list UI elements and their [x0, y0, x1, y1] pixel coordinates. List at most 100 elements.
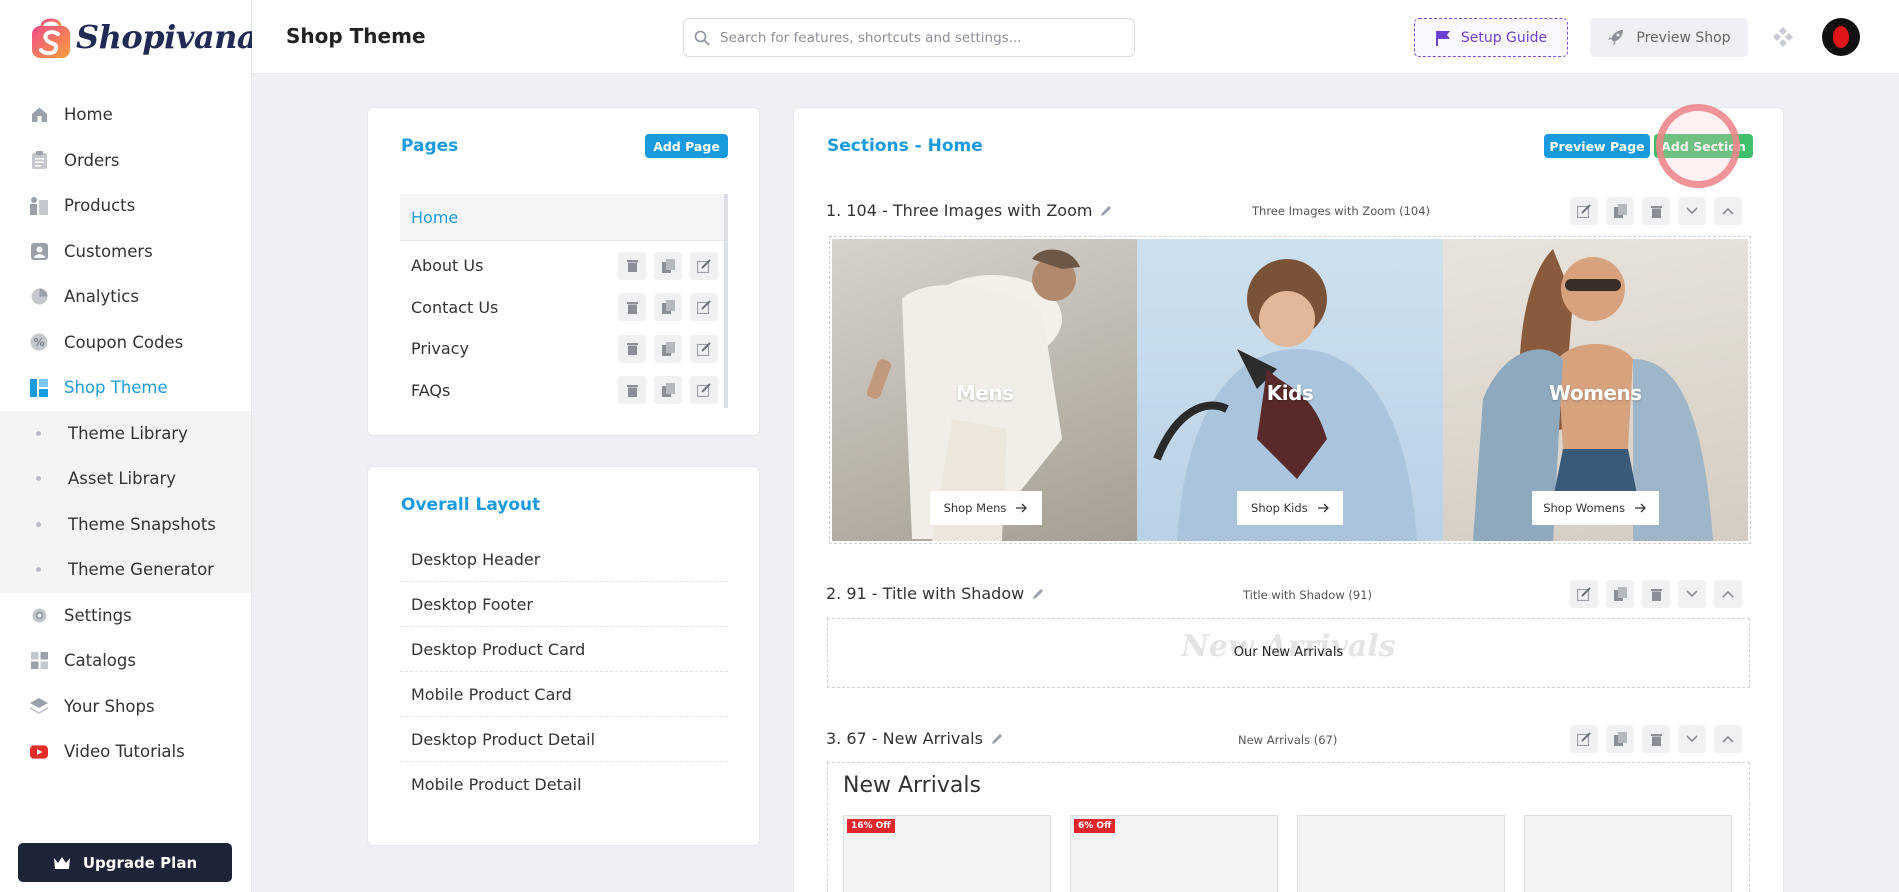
layout-item-desktop-product-card[interactable]: Desktop Product Card: [400, 627, 728, 672]
pencil-icon[interactable]: [1100, 205, 1112, 217]
delete-icon[interactable]: [1642, 580, 1670, 608]
product-card[interactable]: 16% Off: [843, 815, 1051, 892]
scrollbar-thumb[interactable]: [724, 194, 728, 408]
search-box[interactable]: [683, 18, 1135, 57]
layout-item-mobile-product-detail[interactable]: Mobile Product Detail: [400, 762, 728, 807]
sidebar-item-label: Orders: [64, 150, 120, 170]
page-title: Shop Theme: [286, 24, 426, 48]
setup-guide-button[interactable]: Setup Guide: [1414, 18, 1568, 57]
copy-icon[interactable]: [654, 376, 682, 405]
edit-icon[interactable]: [690, 251, 718, 280]
sidebar-item-settings[interactable]: Settings: [0, 593, 251, 639]
edit-icon[interactable]: [1570, 725, 1598, 753]
sidebar-item-coupon-codes[interactable]: % Coupon Codes: [0, 320, 251, 366]
overall-layout-title: Overall Layout: [401, 495, 541, 515]
sidebar-item-your-shops[interactable]: Your Shops: [0, 684, 251, 730]
product-card[interactable]: 6% Off: [1070, 815, 1278, 892]
sidebar-item-label: Coupon Codes: [64, 332, 184, 352]
product-card[interactable]: [1524, 815, 1732, 892]
sidebar-subitem-asset-library[interactable]: Asset Library: [0, 456, 251, 502]
rocket-icon: [1608, 30, 1624, 45]
pencil-icon[interactable]: [991, 733, 1003, 745]
shop-womens-button[interactable]: Shop Womens: [1531, 491, 1659, 525]
layout-item-mobile-product-card[interactable]: Mobile Product Card: [400, 672, 728, 717]
sidebar-subitem-theme-snapshots[interactable]: Theme Snapshots: [0, 502, 251, 548]
edit-icon[interactable]: [1570, 580, 1598, 608]
add-page-button[interactable]: Add Page: [645, 134, 728, 158]
edit-icon[interactable]: [690, 334, 718, 363]
delete-icon[interactable]: [618, 334, 646, 363]
sidebar-item-catalogs[interactable]: Catalogs: [0, 638, 251, 684]
section-meta-3: New Arrivals (67): [1238, 733, 1338, 747]
section-actions-1: [1570, 197, 1742, 225]
apps-grid-icon[interactable]: [1772, 26, 1794, 48]
brand-logo[interactable]: Shopivana: [30, 14, 258, 60]
copy-icon[interactable]: [654, 334, 682, 363]
three-images-banner: Mens Shop Mens Kids Shop Kids Womens Sho…: [829, 236, 1751, 544]
banner-panel-mens[interactable]: Mens Shop Mens: [832, 239, 1138, 541]
copy-icon[interactable]: [1606, 580, 1634, 608]
page-item-label: Privacy: [411, 339, 469, 359]
sidebar-subitem-theme-generator[interactable]: Theme Generator: [0, 547, 251, 593]
chevron-up-icon[interactable]: [1714, 580, 1742, 608]
bullet-dot: [36, 521, 41, 527]
search-input[interactable]: [720, 29, 1120, 46]
sidebar-item-analytics[interactable]: Analytics: [0, 274, 251, 320]
upgrade-plan-button[interactable]: Upgrade Plan: [18, 843, 232, 882]
banner-panel-womens[interactable]: Womens Shop Womens: [1442, 239, 1748, 541]
pencil-icon[interactable]: [1032, 588, 1044, 600]
chevron-down-icon[interactable]: [1678, 725, 1706, 753]
banner-panel-kids[interactable]: Kids Shop Kids: [1137, 239, 1443, 541]
page-item-faqs[interactable]: FAQs: [400, 370, 728, 412]
sidebar-item-orders[interactable]: Orders: [0, 138, 251, 184]
sidebar-item-shop-theme[interactable]: Shop Theme: [0, 365, 251, 411]
copy-icon[interactable]: [654, 251, 682, 280]
sidebar-item-customers[interactable]: Customers: [0, 229, 251, 275]
preview-shop-button[interactable]: Preview Shop: [1590, 18, 1748, 57]
edit-icon[interactable]: [1570, 197, 1598, 225]
products-icon: [30, 196, 48, 215]
delete-icon[interactable]: [618, 251, 646, 280]
page-item-home[interactable]: Home: [400, 194, 728, 241]
page-actions: [618, 376, 718, 405]
brand-name: Shopivana: [76, 18, 258, 56]
chevron-down-icon[interactable]: [1678, 197, 1706, 225]
delete-icon[interactable]: [618, 376, 646, 405]
layout-item-desktop-product-detail[interactable]: Desktop Product Detail: [400, 717, 728, 762]
user-avatar[interactable]: [1822, 18, 1860, 56]
chevron-down-icon[interactable]: [1678, 580, 1706, 608]
chevron-up-icon[interactable]: [1714, 725, 1742, 753]
percent-badge-icon: %: [30, 333, 48, 351]
delete-icon[interactable]: [618, 293, 646, 322]
page-item-contact-us[interactable]: Contact Us: [400, 287, 728, 329]
page-item-privacy[interactable]: Privacy: [400, 328, 728, 370]
delete-icon[interactable]: [1642, 197, 1670, 225]
section-actions-2: [1570, 580, 1742, 608]
copy-icon[interactable]: [654, 293, 682, 322]
section-heading-3[interactable]: 3. 67 - New Arrivals: [826, 729, 1003, 748]
edit-icon[interactable]: [690, 376, 718, 405]
new-arrivals-title: New Arrivals: [843, 773, 981, 798]
chevron-up-icon[interactable]: [1714, 197, 1742, 225]
section-heading-1[interactable]: 1. 104 - Three Images with Zoom: [826, 201, 1112, 220]
preview-page-button[interactable]: Preview Page: [1544, 134, 1650, 158]
delete-icon[interactable]: [1642, 725, 1670, 753]
layout-item-desktop-header[interactable]: Desktop Header: [400, 537, 728, 582]
sidebar-item-label: Theme Library: [68, 423, 188, 443]
sidebar-item-label: Theme Snapshots: [68, 514, 216, 534]
top-bar: Shop Theme Setup Guide Preview Shop: [252, 0, 1899, 74]
shop-kids-button[interactable]: Shop Kids: [1237, 491, 1344, 525]
sidebar-subitem-theme-library[interactable]: Theme Library: [0, 411, 251, 457]
copy-icon[interactable]: [1606, 197, 1634, 225]
pages-scrollbar[interactable]: [724, 194, 728, 408]
sidebar-item-home[interactable]: Home: [0, 92, 251, 138]
shop-mens-button[interactable]: Shop Mens: [930, 491, 1042, 525]
section-heading-2[interactable]: 2. 91 - Title with Shadow: [826, 584, 1044, 603]
sidebar-item-products[interactable]: Products: [0, 183, 251, 229]
layout-item-desktop-footer[interactable]: Desktop Footer: [400, 582, 728, 627]
page-item-about-us[interactable]: About Us: [400, 245, 728, 287]
edit-icon[interactable]: [690, 293, 718, 322]
sidebar-item-video-tutorials[interactable]: Video Tutorials: [0, 729, 251, 775]
copy-icon[interactable]: [1606, 725, 1634, 753]
product-card[interactable]: [1297, 815, 1505, 892]
